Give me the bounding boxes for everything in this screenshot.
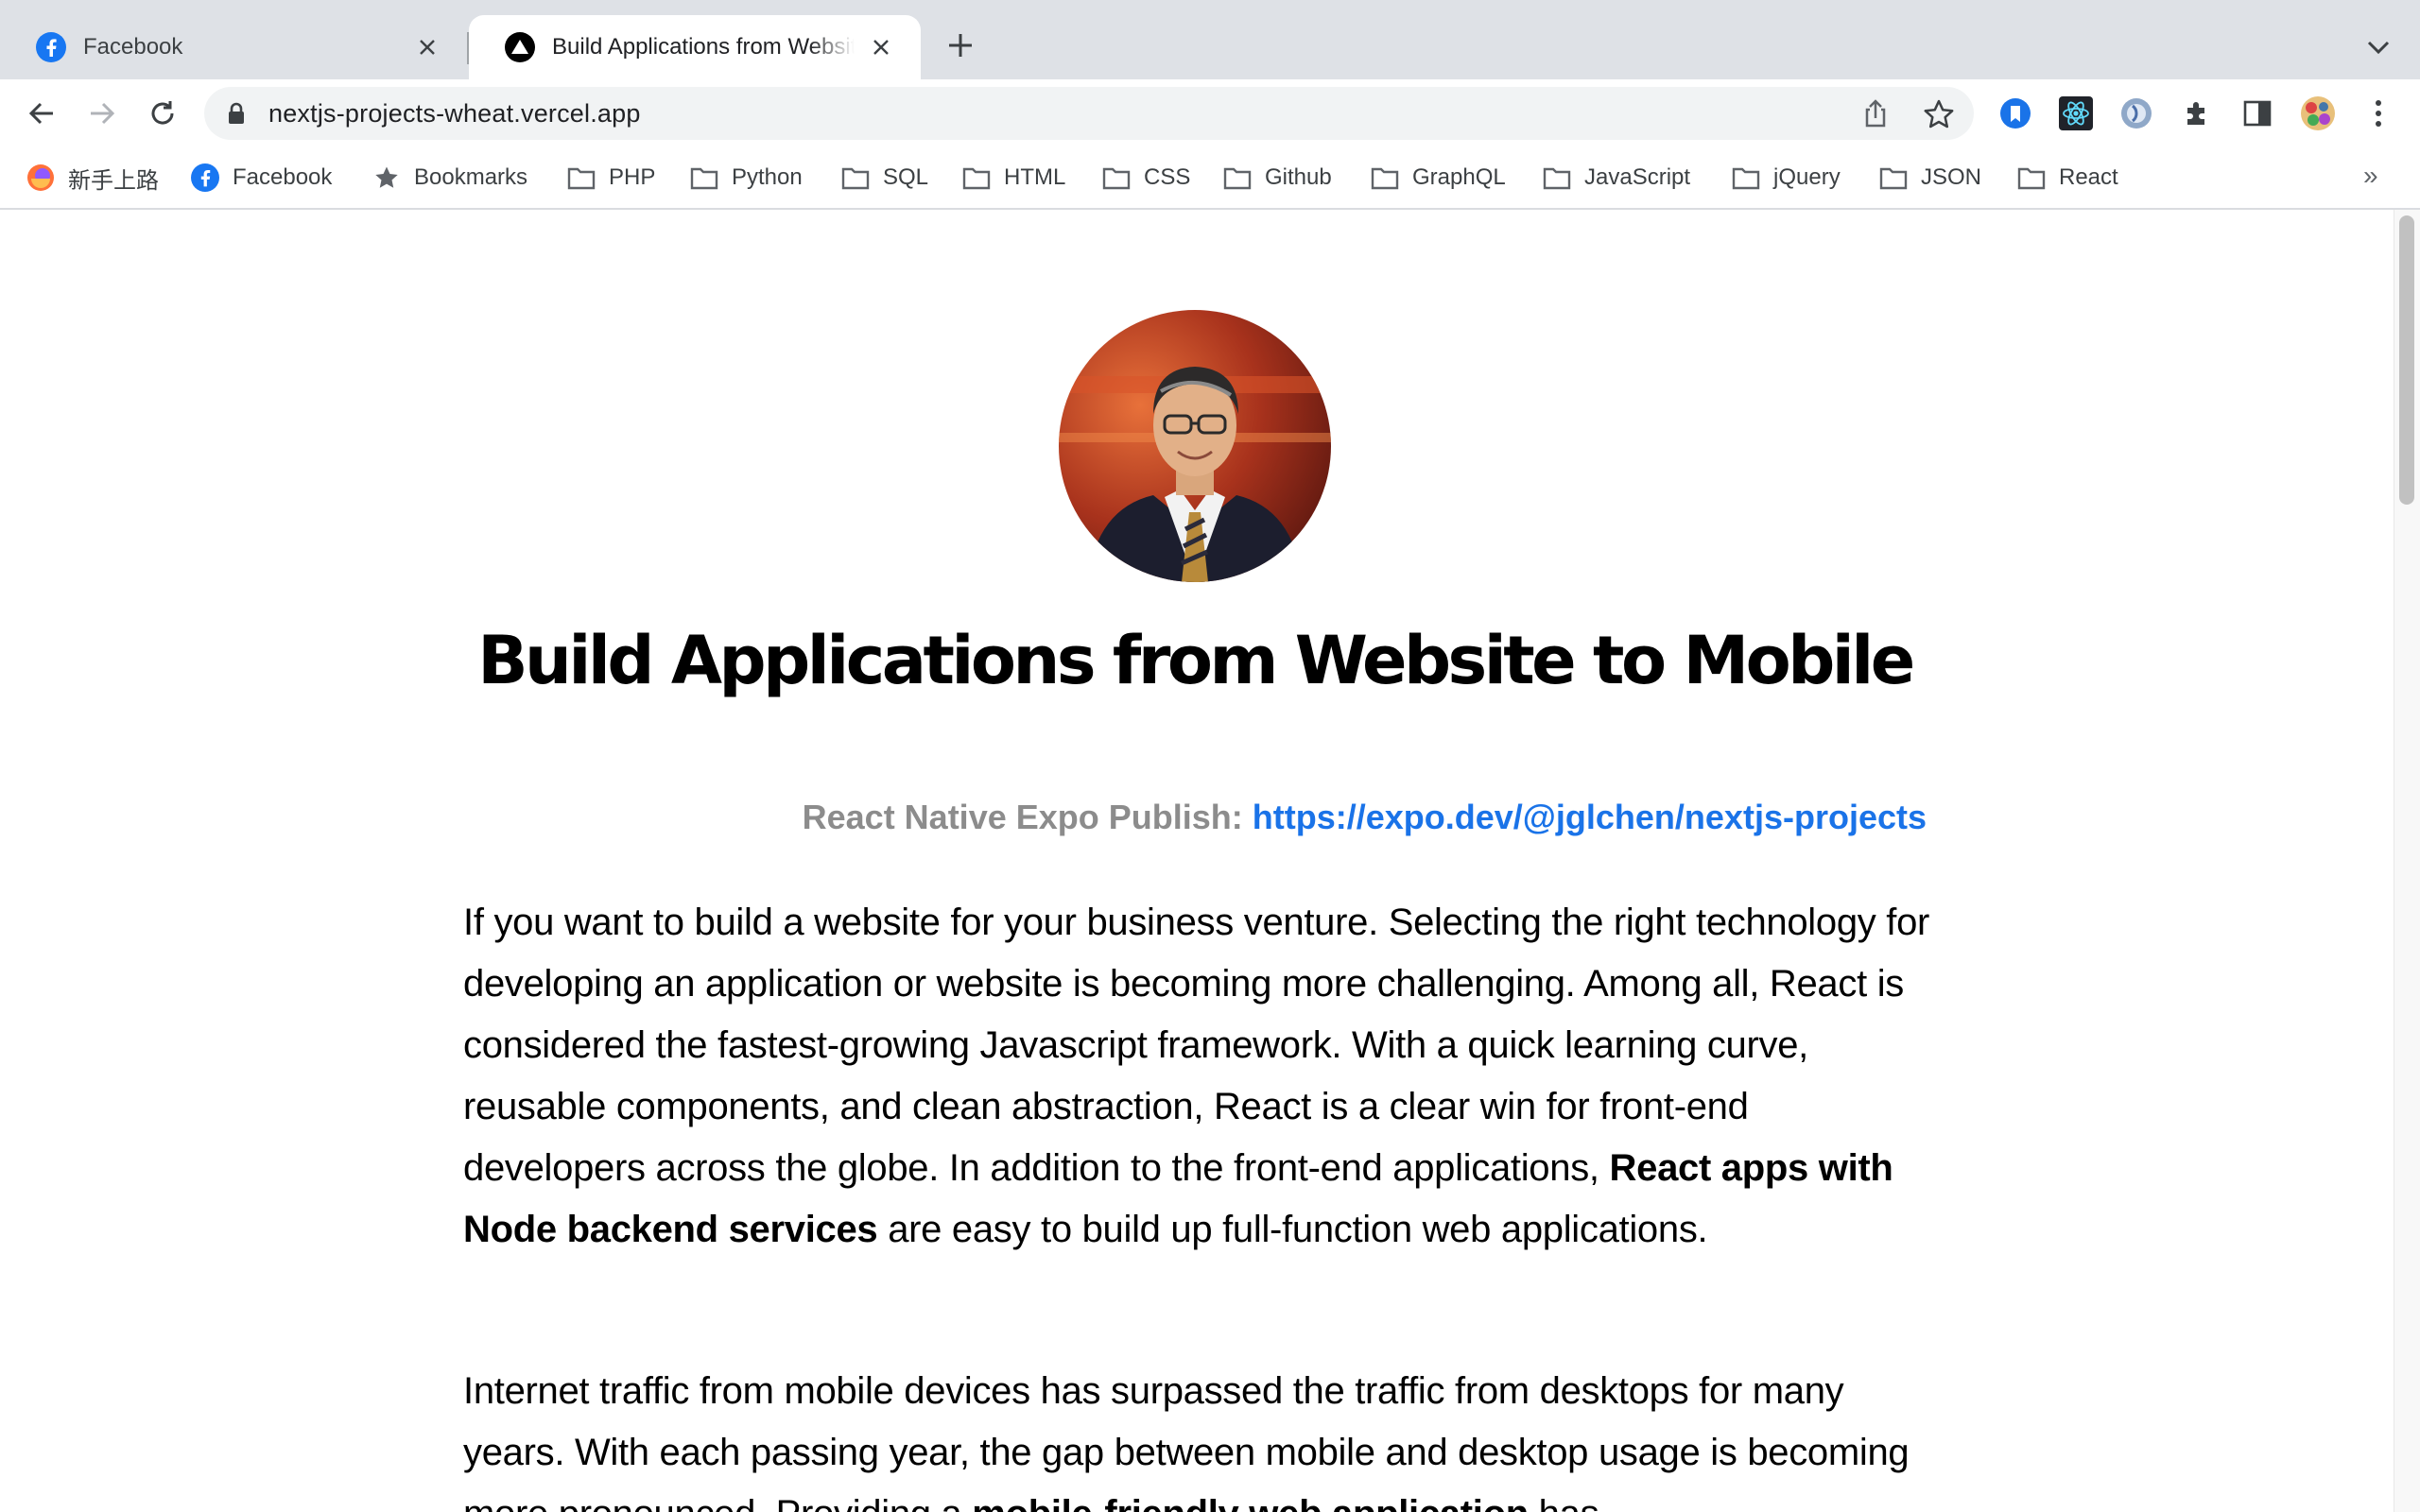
folder-icon bbox=[690, 163, 718, 192]
bookmark-getting-started[interactable]: 新手上路 bbox=[26, 161, 159, 195]
folder-icon bbox=[1102, 163, 1131, 192]
tab-title: Build Applications from Website to Mobil… bbox=[552, 34, 855, 60]
bookmark-label: JSON bbox=[1921, 164, 1982, 190]
bookmark-folder-javascript[interactable]: JavaScript bbox=[1543, 161, 1690, 195]
tab-search-button[interactable] bbox=[2360, 28, 2397, 66]
folder-icon bbox=[1543, 163, 1571, 192]
folder-icon bbox=[1223, 163, 1252, 192]
bookmark-folder-sql[interactable]: SQL bbox=[841, 161, 928, 195]
bookmark-label: Python bbox=[732, 164, 803, 190]
star-icon[interactable] bbox=[1923, 98, 1955, 130]
page-title: Build Applications from Website to Mobil… bbox=[477, 622, 1915, 699]
tab-build-applications[interactable]: Build Applications from Website to Mobil… bbox=[469, 15, 921, 79]
bookmark-extension-icon[interactable] bbox=[1996, 94, 2034, 132]
url-text[interactable]: nextjs-projects-wheat.vercel.app bbox=[268, 99, 641, 129]
side-panel-icon[interactable] bbox=[2238, 94, 2276, 132]
folder-icon bbox=[567, 163, 596, 192]
expo-publish-line: React Native Expo Publish: https://expo.… bbox=[463, 798, 1927, 837]
paragraph-emphasis: mobile-friendly web application bbox=[972, 1493, 1529, 1512]
bookmark-bookmarks[interactable]: Bookmarks bbox=[372, 161, 527, 195]
puzzle-icon[interactable] bbox=[2178, 94, 2216, 132]
bookmark-label: CSS bbox=[1144, 164, 1191, 190]
intro-paragraph: If you want to build a website for your … bbox=[463, 892, 1938, 1261]
bookmark-label: Bookmarks bbox=[414, 164, 528, 190]
bookmark-label: Facebook bbox=[233, 164, 333, 190]
expo-publish-label: React Native Expo Publish: bbox=[802, 798, 1243, 836]
folder-icon bbox=[1371, 163, 1399, 192]
bookmark-folder-github[interactable]: Github bbox=[1223, 161, 1332, 195]
folder-icon bbox=[2017, 163, 2046, 192]
author-avatar bbox=[1059, 310, 1331, 582]
bookmark-label: HTML bbox=[1004, 164, 1066, 190]
bookmark-folder-php[interactable]: PHP bbox=[567, 161, 655, 195]
bookmark-folder-html[interactable]: HTML bbox=[962, 161, 1065, 195]
react-devtools-icon[interactable] bbox=[2057, 94, 2095, 132]
folder-icon bbox=[1879, 163, 1908, 192]
close-icon[interactable] bbox=[412, 32, 442, 62]
paragraph-text: Internet traffic from mobile devices has… bbox=[463, 1370, 1910, 1512]
bookmark-label: PHP bbox=[609, 164, 656, 190]
plus-icon bbox=[949, 34, 972, 57]
folder-icon bbox=[841, 163, 870, 192]
bookmark-label: SQL bbox=[883, 164, 929, 190]
expo-publish-link[interactable]: https://expo.dev/@jglchen/nextjs-project… bbox=[1253, 798, 1927, 836]
bookmark-label: React bbox=[2059, 164, 2118, 190]
bookmark-label: jQuery bbox=[1773, 164, 1841, 190]
lock-icon[interactable] bbox=[227, 102, 246, 125]
paragraph-text: are easy to build up full-function web a… bbox=[877, 1209, 1708, 1250]
address-bar[interactable]: nextjs-projects-wheat.vercel.app bbox=[204, 87, 1974, 140]
menu-kebab-icon[interactable] bbox=[2360, 94, 2397, 132]
bookmark-label: 新手上路 bbox=[68, 167, 159, 194]
star-icon bbox=[372, 163, 401, 192]
paragraph-text: If you want to build a website for your … bbox=[463, 902, 1930, 1189]
bookmark-label: Github bbox=[1265, 164, 1332, 190]
tab-title: Facebook bbox=[83, 34, 183, 60]
arrow-left-icon bbox=[28, 102, 53, 125]
profile-avatar-icon[interactable] bbox=[2299, 94, 2337, 132]
reload-icon bbox=[151, 101, 174, 125]
firefox-icon bbox=[26, 163, 55, 192]
tab-facebook[interactable]: Facebook bbox=[0, 15, 467, 79]
arrow-right-icon bbox=[91, 102, 115, 125]
folder-icon bbox=[962, 163, 991, 192]
back-button[interactable] bbox=[23, 94, 60, 132]
bookmark-facebook[interactable]: Facebook bbox=[191, 161, 332, 195]
tab-strip: Facebook Build Applications from Website… bbox=[0, 0, 2420, 79]
scrollbar-thumb[interactable] bbox=[2399, 215, 2414, 505]
facebook-icon bbox=[191, 163, 219, 192]
bookmark-folder-graphql[interactable]: GraphQL bbox=[1371, 161, 1506, 195]
new-tab-button[interactable] bbox=[942, 26, 979, 64]
close-icon[interactable] bbox=[866, 32, 896, 62]
facebook-icon bbox=[36, 32, 66, 62]
bookmark-folder-react[interactable]: React bbox=[2017, 161, 2118, 195]
vercel-icon bbox=[505, 32, 535, 62]
reload-button[interactable] bbox=[144, 94, 182, 132]
folder-icon bbox=[1732, 163, 1760, 192]
bookmarks-overflow-button[interactable]: » bbox=[2363, 161, 2378, 191]
bookmark-folder-python[interactable]: Python bbox=[690, 161, 803, 195]
proxy-extension-icon[interactable] bbox=[2118, 94, 2155, 132]
share-icon[interactable] bbox=[1860, 98, 1891, 129]
forward-button[interactable] bbox=[83, 94, 121, 132]
page-viewport: Build Applications from Website to Mobil… bbox=[0, 210, 2420, 1512]
bookmarks-bar: 新手上路 Facebook Bookmarks PHP Python SQL H… bbox=[0, 147, 2420, 210]
bookmark-label: GraphQL bbox=[1412, 164, 1506, 190]
bookmark-folder-css[interactable]: CSS bbox=[1102, 161, 1190, 195]
mobile-paragraph: Internet traffic from mobile devices has… bbox=[463, 1361, 1938, 1512]
bookmark-label: JavaScript bbox=[1584, 164, 1691, 190]
bookmark-folder-json[interactable]: JSON bbox=[1879, 161, 1981, 195]
paragraph-text: has bbox=[1529, 1493, 1599, 1512]
chevron-down-icon bbox=[2367, 41, 2390, 55]
bookmark-folder-jquery[interactable]: jQuery bbox=[1732, 161, 1841, 195]
